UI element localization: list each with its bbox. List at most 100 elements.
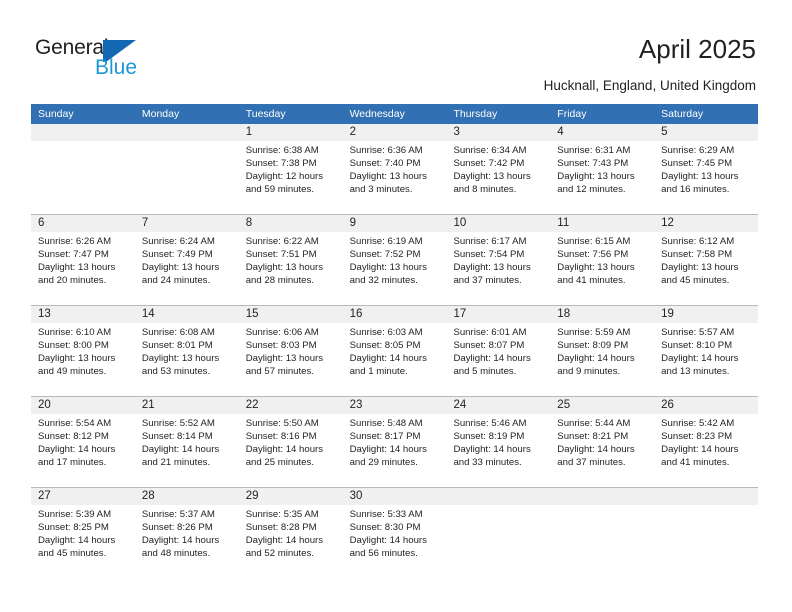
sunrise-text: Sunrise: 6:19 AM	[349, 236, 423, 247]
day-cell[interactable]: 16 Sunrise: 6:03 AM Sunset: 8:05 PM Dayl…	[343, 306, 447, 396]
sunset-text: Sunset: 8:23 PM	[661, 431, 733, 443]
daylight-text-line1: Daylight: 13 hours	[661, 171, 739, 183]
daylight-text-line2: and 5 minutes.	[453, 366, 517, 378]
day-cell[interactable]: 3 Sunrise: 6:34 AM Sunset: 7:42 PM Dayli…	[446, 124, 550, 214]
sunrise-text: Sunrise: 6:36 AM	[349, 145, 423, 156]
sunset-text: Sunset: 7:58 PM	[661, 249, 733, 261]
sunset-text: Sunset: 8:01 PM	[141, 340, 213, 352]
weekday-header-wednesday: Wednesday	[349, 108, 405, 120]
sunset-text: Sunset: 8:17 PM	[349, 431, 421, 443]
daylight-text-line1: Daylight: 14 hours	[38, 535, 116, 547]
day-cell[interactable]: 27 Sunrise: 5:39 AM Sunset: 8:25 PM Dayl…	[31, 488, 135, 578]
day-cell[interactable]: 25 Sunrise: 5:44 AM Sunset: 8:21 PM Dayl…	[550, 397, 654, 487]
day-cell[interactable]: 24 Sunrise: 5:46 AM Sunset: 8:19 PM Dayl…	[446, 397, 550, 487]
daylight-text-line1: Daylight: 14 hours	[38, 444, 116, 456]
general-blue-logo[interactable]: General Blue	[35, 36, 145, 82]
sunrise-text: Sunrise: 5:42 AM	[661, 418, 735, 429]
sunrise-text: Sunrise: 6:06 AM	[245, 327, 319, 338]
day-cell[interactable]: 20 Sunrise: 5:54 AM Sunset: 8:12 PM Dayl…	[31, 397, 135, 487]
calendar-week-row: 27 Sunrise: 5:39 AM Sunset: 8:25 PM Dayl…	[31, 487, 758, 578]
weekday-header-tuesday: Tuesday	[245, 108, 286, 120]
sunrise-text: Sunrise: 6:22 AM	[245, 236, 319, 247]
daylight-text-line1: Daylight: 13 hours	[141, 262, 220, 274]
day-number: 9	[349, 217, 356, 229]
weekday-header-saturday: Saturday	[661, 108, 704, 120]
sunset-text: Sunset: 7:49 PM	[141, 249, 213, 261]
sunset-text: Sunset: 8:03 PM	[245, 340, 317, 352]
day-number: 25	[557, 399, 571, 411]
daylight-text-line1: Daylight: 14 hours	[453, 444, 531, 456]
day-cell	[135, 124, 239, 214]
day-number: 11	[557, 217, 570, 229]
day-cell[interactable]: 22 Sunrise: 5:50 AM Sunset: 8:16 PM Dayl…	[239, 397, 343, 487]
sunrise-text: Sunrise: 6:34 AM	[453, 145, 527, 156]
daylight-text-line2: and 32 minutes.	[349, 275, 418, 287]
day-number: 3	[453, 126, 460, 138]
sunset-text: Sunset: 8:14 PM	[141, 431, 213, 443]
day-number: 14	[141, 308, 155, 320]
day-cell[interactable]: 8 Sunrise: 6:22 AM Sunset: 7:51 PM Dayli…	[239, 215, 343, 305]
daylight-text-line2: and 28 minutes.	[245, 275, 314, 287]
daylight-text-line1: Daylight: 14 hours	[557, 353, 635, 365]
daylight-text-line2: and 53 minutes.	[141, 366, 211, 378]
day-cell[interactable]: 17 Sunrise: 6:01 AM Sunset: 8:07 PM Dayl…	[446, 306, 550, 396]
sunrise-text: Sunrise: 6:03 AM	[349, 327, 423, 338]
day-cell	[654, 488, 758, 578]
day-number: 30	[349, 490, 363, 502]
day-cell[interactable]: 29 Sunrise: 5:35 AM Sunset: 8:28 PM Dayl…	[239, 488, 343, 578]
day-cell[interactable]: 4 Sunrise: 6:31 AM Sunset: 7:43 PM Dayli…	[550, 124, 654, 214]
daylight-text-line2: and 45 minutes.	[661, 275, 730, 287]
day-cell[interactable]: 2 Sunrise: 6:36 AM Sunset: 7:40 PM Dayli…	[343, 124, 447, 214]
day-cell[interactable]: 12 Sunrise: 6:12 AM Sunset: 7:58 PM Dayl…	[654, 215, 758, 305]
day-number: 20	[38, 399, 51, 411]
daylight-text-line2: and 3 minutes.	[349, 184, 413, 196]
day-number: 8	[245, 217, 253, 229]
weekday-header-thursday: Thursday	[453, 108, 498, 120]
daylight-text-line1: Daylight: 14 hours	[661, 444, 739, 456]
daylight-text-line1: Daylight: 14 hours	[661, 353, 739, 365]
sunset-text: Sunset: 8:30 PM	[349, 522, 421, 534]
day-number: 6	[38, 217, 45, 229]
sunset-text: Sunset: 7:40 PM	[349, 158, 421, 170]
day-number: 18	[557, 308, 571, 320]
calendar-table: Sunday Monday Tuesday Wednesday Thursday…	[31, 104, 758, 578]
day-cell[interactable]: 14 Sunrise: 6:08 AM Sunset: 8:01 PM Dayl…	[135, 306, 239, 396]
day-number: 27	[38, 490, 51, 502]
sunrise-text: Sunrise: 5:39 AM	[38, 509, 112, 520]
daylight-text-line2: and 13 minutes.	[661, 366, 730, 378]
day-cell[interactable]: 6 Sunrise: 6:26 AM Sunset: 7:47 PM Dayli…	[31, 215, 135, 305]
day-cell[interactable]: 15 Sunrise: 6:06 AM Sunset: 8:03 PM Dayl…	[239, 306, 343, 396]
sunrise-text: Sunrise: 5:35 AM	[245, 509, 319, 520]
day-cell[interactable]: 1 Sunrise: 6:38 AM Sunset: 7:38 PM Dayli…	[239, 124, 343, 214]
daylight-text-line1: Daylight: 14 hours	[245, 535, 324, 547]
daylight-text-line2: and 37 minutes.	[557, 457, 626, 469]
day-cell[interactable]: 30 Sunrise: 5:33 AM Sunset: 8:30 PM Dayl…	[343, 488, 447, 578]
daylight-text-line1: Daylight: 13 hours	[38, 262, 116, 274]
day-cell[interactable]: 11 Sunrise: 6:15 AM Sunset: 7:56 PM Dayl…	[550, 215, 654, 305]
day-cell[interactable]: 9 Sunrise: 6:19 AM Sunset: 7:52 PM Dayli…	[343, 215, 447, 305]
sunset-text: Sunset: 8:21 PM	[557, 431, 629, 443]
daylight-text-line1: Daylight: 13 hours	[245, 262, 324, 274]
day-number: 24	[453, 399, 467, 411]
sunrise-text: Sunrise: 5:33 AM	[349, 509, 423, 520]
daylight-text-line1: Daylight: 13 hours	[557, 262, 635, 274]
weekday-header-monday: Monday	[141, 108, 180, 120]
day-cell[interactable]: 18 Sunrise: 5:59 AM Sunset: 8:09 PM Dayl…	[550, 306, 654, 396]
day-cell[interactable]: 7 Sunrise: 6:24 AM Sunset: 7:49 PM Dayli…	[135, 215, 239, 305]
day-cell[interactable]: 28 Sunrise: 5:37 AM Sunset: 8:26 PM Dayl…	[135, 488, 239, 578]
day-cell[interactable]: 26 Sunrise: 5:42 AM Sunset: 8:23 PM Dayl…	[654, 397, 758, 487]
weekday-header-row: Sunday Monday Tuesday Wednesday Thursday…	[31, 104, 758, 124]
sunrise-text: Sunrise: 5:50 AM	[245, 418, 319, 429]
daylight-text-line2: and 41 minutes.	[661, 457, 730, 469]
day-cell[interactable]: 5 Sunrise: 6:29 AM Sunset: 7:45 PM Dayli…	[654, 124, 758, 214]
day-cell[interactable]: 23 Sunrise: 5:48 AM Sunset: 8:17 PM Dayl…	[343, 397, 447, 487]
sunset-text: Sunset: 8:25 PM	[38, 522, 109, 534]
daylight-text-line2: and 21 minutes.	[141, 457, 211, 469]
day-cell[interactable]: 10 Sunrise: 6:17 AM Sunset: 7:54 PM Dayl…	[446, 215, 550, 305]
day-cell[interactable]: 21 Sunrise: 5:52 AM Sunset: 8:14 PM Dayl…	[135, 397, 239, 487]
day-number: 21	[141, 399, 155, 411]
daylight-text-line2: and 20 minutes.	[38, 275, 107, 287]
day-cell[interactable]: 13 Sunrise: 6:10 AM Sunset: 8:00 PM Dayl…	[31, 306, 135, 396]
day-cell[interactable]: 19 Sunrise: 5:57 AM Sunset: 8:10 PM Dayl…	[654, 306, 758, 396]
sunrise-text: Sunrise: 6:12 AM	[661, 236, 735, 247]
